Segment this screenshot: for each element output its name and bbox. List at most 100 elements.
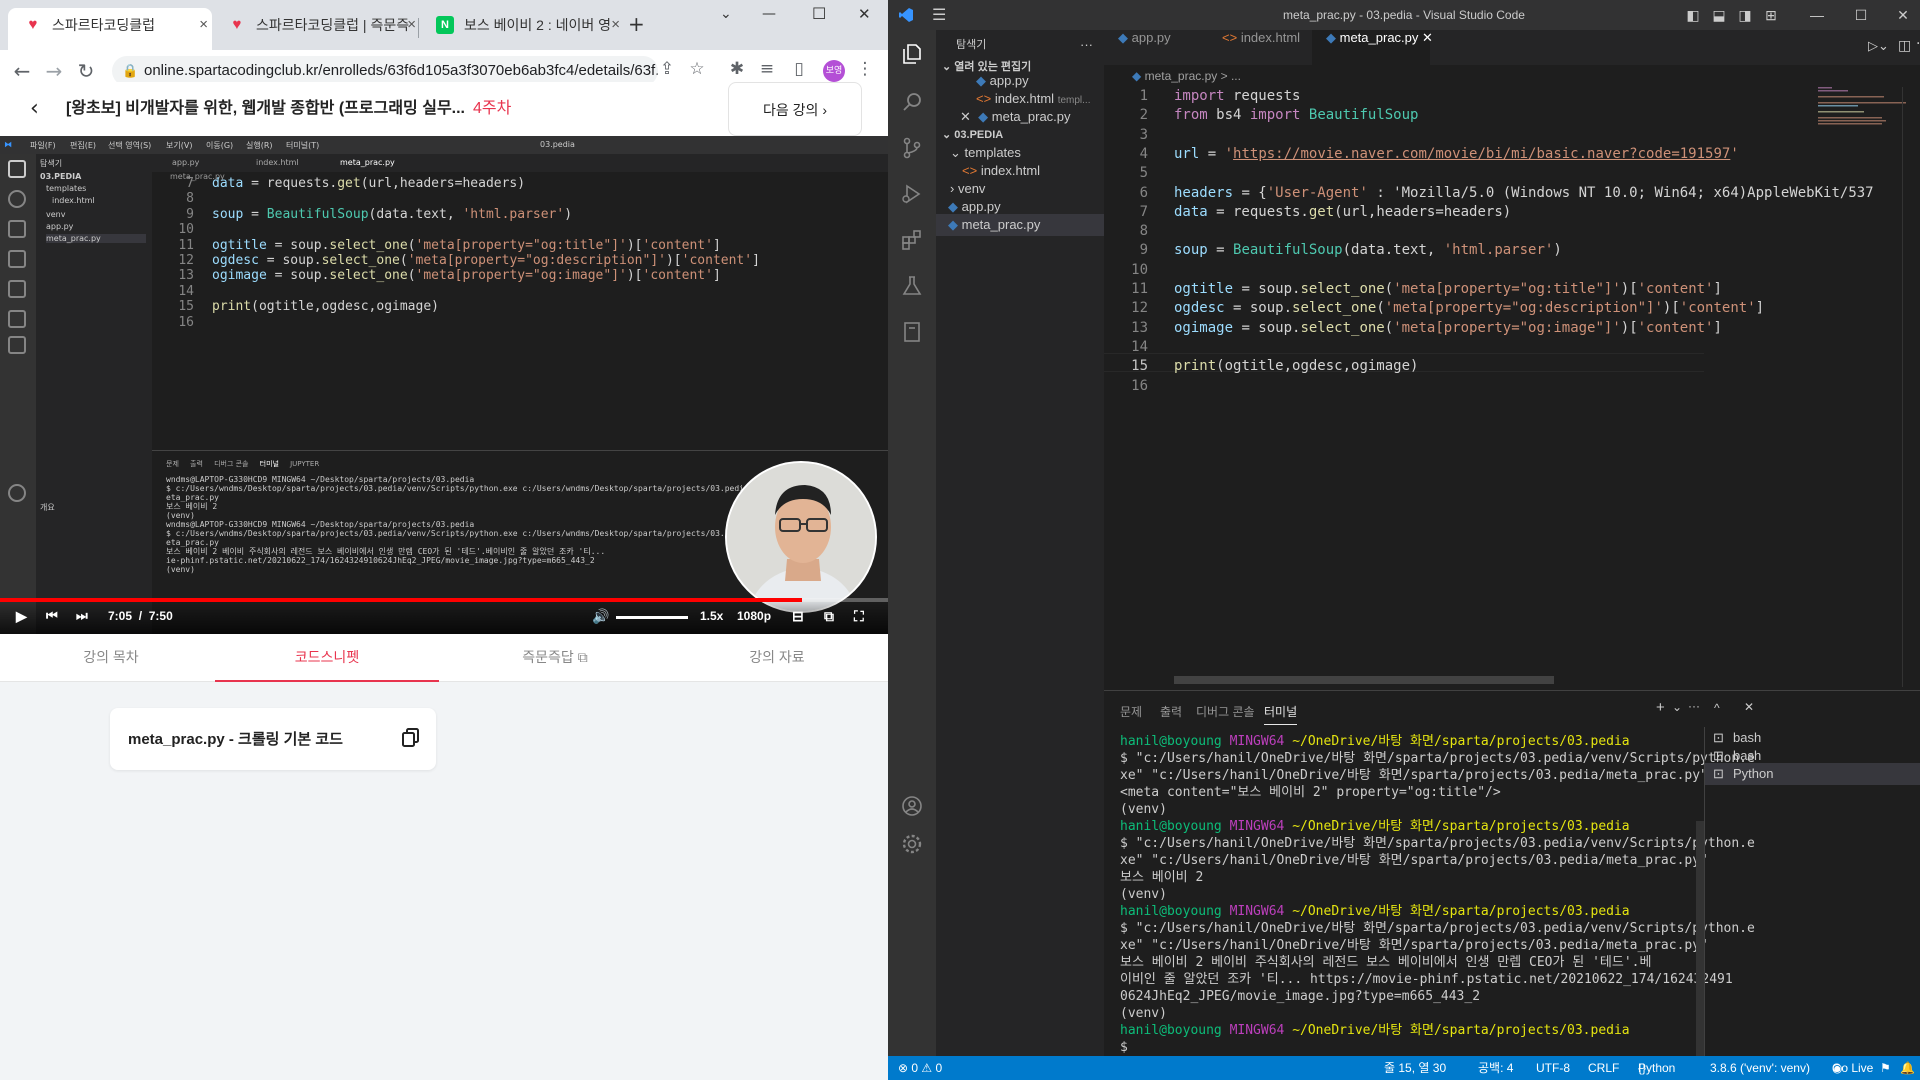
settings-gear-icon[interactable] <box>900 832 924 856</box>
video-player[interactable]: ⧓ 파일(F) 편집(E) 선택 영역(S) 보기(V) 이동(G) 실행(R)… <box>0 136 888 634</box>
video-panel-tab: 터미널 <box>259 460 279 468</box>
source-control-icon[interactable] <box>900 136 924 160</box>
minimize-button[interactable]: — <box>1808 6 1826 24</box>
side-panel-icon[interactable]: ▯ <box>786 56 812 82</box>
tree-file-meta-prac-py[interactable]: ◆ meta_prac.py <box>936 214 1104 236</box>
maximize-panel-icon[interactable]: ^ <box>1714 701 1720 715</box>
tab-app-py[interactable]: ◆ app.py <box>1104 30 1208 65</box>
close-icon[interactable]: × <box>407 8 416 42</box>
copy-icon[interactable] <box>402 728 420 748</box>
minimap[interactable] <box>1818 87 1906 127</box>
explorer-files-icon[interactable] <box>900 42 924 66</box>
customize-layout-icon[interactable]: ⊞ <box>1762 6 1780 24</box>
status-eol[interactable]: CRLF <box>1588 1056 1619 1080</box>
tab-lecture-index[interactable]: 강의 목차 <box>0 634 222 682</box>
maximize-button[interactable]: ☐ <box>812 4 826 23</box>
jupyter-notebook-icon[interactable] <box>900 320 924 344</box>
terminal-instance-python[interactable]: ⊡ Python <box>1705 763 1920 785</box>
terminal-line: xe" "c:/Users/hanil/OneDrive/바탕 화면/spart… <box>1120 768 1708 783</box>
panel-tab-problems[interactable]: 문제 <box>1120 703 1142 720</box>
bookmark-star-icon[interactable]: ☆ <box>684 56 710 82</box>
account-icon[interactable] <box>900 794 924 818</box>
status-cursor-position[interactable]: 줄 15, 열 30 <box>1384 1056 1446 1080</box>
minimize-button[interactable]: — <box>762 6 776 22</box>
maximize-button[interactable]: ☐ <box>1852 6 1870 24</box>
close-icon[interactable]: × <box>611 8 620 42</box>
close-icon[interactable]: ✕ <box>960 109 971 124</box>
close-icon[interactable]: ✕ <box>1422 30 1433 45</box>
terminal-scrollbar[interactable] <box>1696 821 1704 1057</box>
extensions-icon[interactable] <box>900 228 924 252</box>
status-interpreter[interactable]: 3.8.6 ('venv': venv) <box>1710 1056 1810 1080</box>
panel-tab-terminal[interactable]: 터미널 <box>1264 703 1298 725</box>
panel-tab-debug-console[interactable]: 디버그 콘솔 <box>1196 703 1255 720</box>
status-encoding[interactable]: UTF-8 <box>1536 1056 1570 1080</box>
back-chevron-icon[interactable]: ‹ <box>30 95 39 123</box>
subtitles-icon[interactable]: ⊟ <box>792 606 804 626</box>
volume-icon[interactable]: 🔊 <box>592 606 609 626</box>
tab-qna[interactable]: 즉문즉답 ⧉ <box>444 634 666 682</box>
more-actions-icon[interactable]: ··· <box>1688 699 1700 713</box>
status-indentation[interactable]: 공백: 4 <box>1478 1056 1513 1080</box>
next-lecture-button[interactable]: 다음 강의 › <box>728 82 862 136</box>
video-progress-bar[interactable] <box>0 598 888 602</box>
toggle-panel-icon[interactable]: ⬓ <box>1710 6 1728 24</box>
search-icon[interactable] <box>900 90 924 114</box>
video-panel-tab: JUPYTER <box>290 460 320 468</box>
split-editor-icon[interactable]: ◫ <box>1898 38 1911 54</box>
quality-button[interactable]: 1080p <box>737 606 771 626</box>
profile-avatar[interactable]: 보영 <box>823 60 845 82</box>
line-number: 6 <box>1139 184 1148 201</box>
panel-tab-output[interactable]: 출력 <box>1160 703 1182 720</box>
terminal-output[interactable]: hanil@boyoung MINGW64 ~/OneDrive/바탕 화면/s… <box>1120 733 1755 1056</box>
new-terminal-button[interactable]: + <box>1656 699 1665 716</box>
more-actions-icon[interactable]: ··· <box>1916 36 1920 52</box>
tab-lecture-materials[interactable]: 강의 자료 <box>666 634 888 682</box>
terminal-dropdown-icon[interactable]: ⌄ <box>1672 700 1682 714</box>
close-window-button[interactable]: ✕ <box>1894 6 1912 24</box>
kebab-menu-icon[interactable]: ⋮ <box>852 56 878 82</box>
close-icon[interactable]: × <box>199 8 208 42</box>
share-icon[interactable]: ⇪ <box>654 56 680 82</box>
tab-search-button[interactable]: ⌄ <box>720 6 732 22</box>
tab-index-html[interactable]: <> index.html <box>1208 30 1312 65</box>
video-activity-bar <box>0 154 36 634</box>
forward-arrow-icon[interactable]: → <box>40 58 68 84</box>
media-queue-icon[interactable]: ≡ <box>754 56 780 82</box>
pip-icon[interactable]: ⧉ <box>824 606 834 626</box>
browser-tab-naver-movie[interactable]: N 보스 베이비 2 : 네이버 영 × <box>420 8 624 50</box>
more-actions-icon[interactable]: ··· <box>1080 34 1093 56</box>
toggle-sidebar-icon[interactable]: ◧ <box>1684 6 1702 24</box>
speed-button[interactable]: 1.5x <box>700 606 723 626</box>
next-icon[interactable]: ⏭ <box>76 606 88 626</box>
editor-scrollbar[interactable] <box>1902 87 1916 687</box>
extensions-puzzle-icon[interactable]: ✱ <box>724 56 750 82</box>
feedback-icon[interactable]: ⚑ <box>1880 1056 1891 1080</box>
fullscreen-icon[interactable]: ⛶ <box>854 606 864 626</box>
tab-code-snippet[interactable]: 코드스니펫 <box>215 634 439 682</box>
breadcrumb[interactable]: ◆ meta_prac.py > ... <box>1104 65 1920 87</box>
video-terminal-line: eta_prac.py <box>166 493 219 502</box>
notifications-bell-icon[interactable]: 🔔 <box>1900 1056 1915 1080</box>
horizontal-scrollbar[interactable] <box>1174 676 1554 684</box>
run-python-file-icon[interactable]: ▷⌄ <box>1868 39 1889 54</box>
toggle-secondary-sidebar-icon[interactable]: ◨ <box>1736 6 1754 24</box>
testing-flask-icon[interactable] <box>900 274 924 298</box>
python-icon: ◆ <box>1326 30 1336 45</box>
new-tab-button[interactable]: + <box>628 12 645 36</box>
close-panel-icon[interactable]: ✕ <box>1744 700 1754 714</box>
close-window-button[interactable]: ✕ <box>858 5 871 23</box>
status-problems[interactable]: ⊗ 0 ⚠ 0 <box>898 1056 942 1080</box>
terminal-line: 0624JhEq2_JPEG/movie_image.jpg?type=m665… <box>1120 989 1481 1004</box>
play-icon[interactable]: ▶ <box>16 606 27 626</box>
reload-icon[interactable]: ↻ <box>72 58 100 84</box>
run-debug-icon[interactable] <box>900 182 924 206</box>
back-arrow-icon[interactable]: ← <box>8 58 36 84</box>
snippet-card[interactable]: meta_prac.py - 크롤링 기본 코드 <box>110 708 436 770</box>
code-editor[interactable]: 1 import requests 2 from bs4 import Beautif… <box>1104 87 1873 394</box>
previous-icon[interactable]: ⏮ <box>46 606 58 626</box>
volume-slider[interactable] <box>616 616 688 619</box>
tab-meta-prac-py[interactable]: ◆ meta_prac.py ✕ <box>1312 30 1433 65</box>
browser-tab-qna[interactable]: ♥ 스파르타코딩클럽 | 즉문즉 × <box>212 8 420 50</box>
browser-tab-spartacoding[interactable]: ♥ 스파르타코딩클럽 × <box>8 8 212 50</box>
